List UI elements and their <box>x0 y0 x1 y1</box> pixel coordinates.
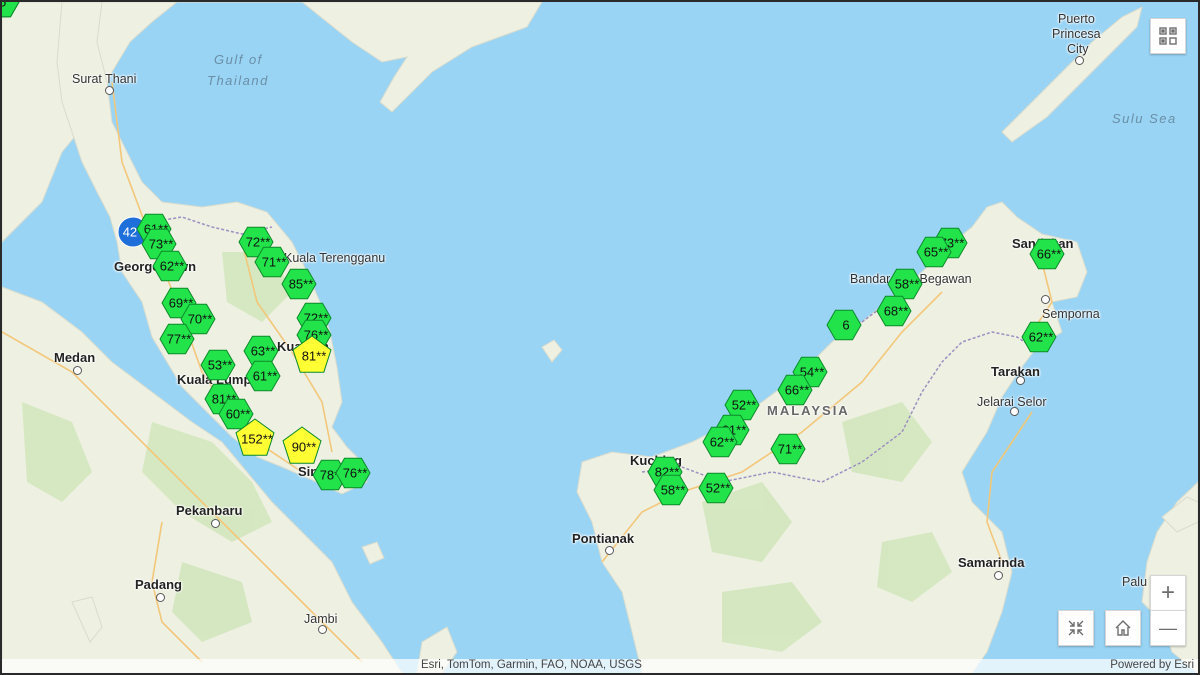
station-marker[interactable]: 85** <box>281 268 317 300</box>
station-value-label: 152** <box>241 432 273 447</box>
station-value-label: 65** <box>924 245 949 260</box>
station-markers: 42**61**73**62**69**70**77**72**71**85**… <box>2 2 1065 506</box>
station-marker[interactable]: 68** <box>876 295 912 327</box>
station-marker[interactable]: 71** <box>770 433 806 465</box>
station-value-label: 6 <box>842 318 849 333</box>
collapse-button[interactable] <box>1058 610 1094 646</box>
station-marker[interactable]: 6 <box>826 309 862 341</box>
station-marker[interactable]: 53** <box>200 349 236 381</box>
powered-by-esri[interactable]: Powered by Esri <box>1110 659 1194 671</box>
minus-icon: — <box>1159 617 1177 638</box>
station-value-label: 61** <box>253 369 278 384</box>
station-value-label: 52** <box>732 398 757 413</box>
station-value-label: 58** <box>895 277 920 292</box>
station-value-label: 62** <box>160 259 185 274</box>
station-marker[interactable]: 90** <box>282 426 322 464</box>
station-value-label: 66** <box>1037 247 1062 262</box>
station-value-label: 71** <box>262 255 287 270</box>
station-value-label: 85** <box>289 277 314 292</box>
station-marker[interactable]: 61** <box>245 360 281 392</box>
station-value-label: 53** <box>208 358 233 373</box>
station-value-label: 71** <box>778 442 803 457</box>
station-value-label: 60** <box>226 407 251 422</box>
station-marker[interactable]: 55** <box>2 2 20 18</box>
attribution-sources: Esri, TomTom, Garmin, FAO, NOAA, USGS <box>421 659 642 671</box>
station-marker[interactable]: 52** <box>698 472 734 504</box>
station-value-label: 90** <box>292 440 317 455</box>
map-view[interactable]: Gulf of Thailand Sulu Sea MALAYSIA Surat Tha… <box>0 0 1200 675</box>
station-value-label: 81** <box>302 349 327 364</box>
station-value-label: 68** <box>884 304 909 319</box>
station-value-label: 66** <box>785 383 810 398</box>
attribution-bar: Esri, TomTom, Garmin, FAO, NOAA, USGS Po… <box>2 659 1198 673</box>
qr-grid-icon <box>1159 27 1177 45</box>
home-button[interactable] <box>1105 610 1141 646</box>
station-marker[interactable]: 66** <box>1029 238 1065 270</box>
station-value-label: 73** <box>149 237 174 252</box>
zoom-out-button[interactable]: — <box>1150 610 1186 646</box>
station-value-label: 58** <box>661 483 686 498</box>
station-value-label: 62** <box>1029 330 1054 345</box>
collapse-icon <box>1068 620 1084 636</box>
station-value-label: 76** <box>343 466 368 481</box>
basemap-gallery-button[interactable] <box>1150 18 1186 54</box>
station-value-label: 62** <box>710 435 735 450</box>
station-value-label: 70** <box>188 312 213 327</box>
home-icon <box>1115 620 1131 636</box>
station-marker[interactable]: 58** <box>887 268 923 300</box>
station-value-label: 63** <box>251 344 276 359</box>
station-value-label: 77** <box>167 332 192 347</box>
station-value-label: 52** <box>706 481 731 496</box>
plus-icon: + <box>1160 579 1175 606</box>
zoom-in-button[interactable]: + <box>1150 575 1186 611</box>
station-value-label: 55** <box>2 2 16 10</box>
station-marker[interactable]: 62** <box>1021 321 1057 353</box>
